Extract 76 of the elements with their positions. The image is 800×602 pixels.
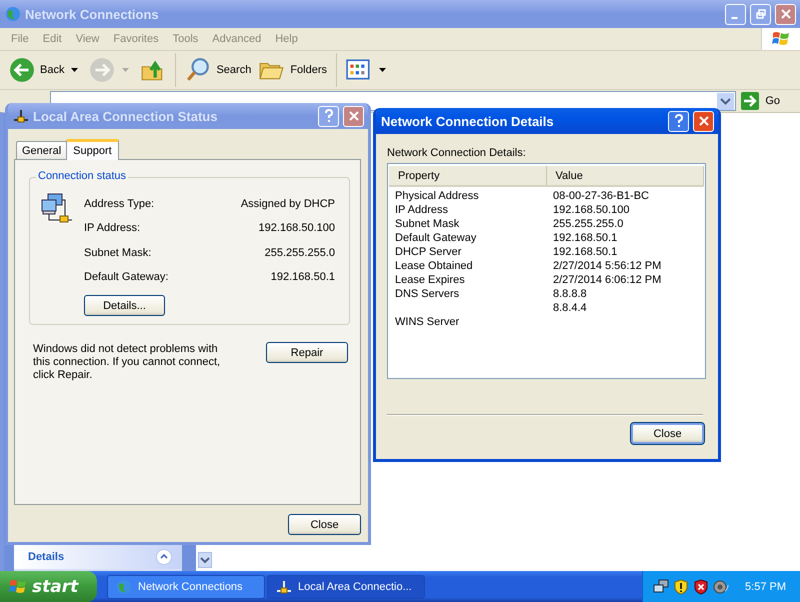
details-button[interactable]: Details... (84, 295, 165, 316)
task-pane-header[interactable]: Details (14, 545, 182, 569)
search-button[interactable]: Search (182, 55, 254, 85)
taskbar-button[interactable]: Local Area Connectio... (267, 574, 425, 598)
property-cell: Default Gateway (395, 232, 476, 244)
field-label: Address Type: (84, 198, 154, 210)
back-button[interactable]: Back (6, 55, 68, 85)
taskbar-button[interactable]: Network Connections (107, 574, 265, 598)
value-cell: 8.8.4.4 (553, 302, 587, 314)
field-label: Default Gateway: (84, 271, 168, 284)
speaker-icon[interactable] (713, 578, 730, 594)
task-pane-title: Details (28, 551, 66, 563)
minimize-icon (730, 16, 738, 18)
warning-shield-icon[interactable] (673, 578, 690, 594)
restore-icon (756, 9, 766, 19)
go-button[interactable]: Go (739, 91, 800, 111)
tab[interactable]: General (16, 141, 68, 159)
value-cell: 255.255.255.0 (553, 218, 624, 230)
field-value: 192.168.50.1 (270, 271, 335, 284)
tab[interactable]: Support (66, 139, 119, 160)
go-arrow-icon (741, 92, 760, 110)
value-cell: 2/27/2014 6:06:12 PM (553, 274, 662, 286)
clock: 5:57 PM (745, 580, 786, 592)
dialog-title: Network Connection Details (381, 114, 554, 128)
property-cell: Lease Obtained (395, 260, 473, 272)
property-cell: Subnet Mask (395, 218, 460, 230)
globe-icon (5, 6, 21, 22)
close-icon (780, 9, 790, 19)
network-icon (13, 108, 29, 124)
field-value: Assigned by DHCP (240, 198, 335, 210)
network-computers-icon[interactable] (653, 578, 670, 594)
list-caption: Network Connection Details: (387, 146, 527, 160)
dropdown-button-icon[interactable] (717, 92, 734, 110)
close-button[interactable] (693, 110, 714, 132)
repair-button[interactable]: Repair (266, 342, 348, 363)
field-label: IP Address: (84, 222, 140, 234)
close-button[interactable]: Close (631, 423, 704, 444)
property-cell: WINS Server (395, 316, 460, 328)
value-cell: 2/27/2014 5:56:12 PM (553, 260, 662, 272)
group-title: Connection status (36, 170, 128, 182)
search-icon (185, 57, 212, 83)
question-mark-icon (324, 109, 334, 123)
status-message: Windows did not detect problems with this connection. If you cannot connect, click Repair. (33, 343, 222, 382)
close-button[interactable] (775, 4, 796, 24)
globe-icon (116, 578, 132, 594)
column-header[interactable]: Value (546, 166, 704, 185)
close-button[interactable] (343, 106, 364, 126)
property-cell: DHCP Server (395, 246, 462, 258)
property-cell: Physical Address (395, 190, 479, 202)
collapse-icon[interactable] (156, 549, 172, 565)
question-mark-icon (674, 114, 684, 128)
close-icon (698, 116, 708, 126)
close-icon (348, 111, 358, 121)
value-cell: 192.168.50.100 (553, 204, 630, 216)
value-cell: 8.8.8.8 (553, 288, 587, 300)
field-value: 192.168.50.100 (258, 222, 335, 234)
property-cell: Lease Expires (395, 274, 465, 286)
help-button[interactable] (668, 110, 689, 132)
column-header[interactable]: Property (389, 166, 546, 185)
field-label: Subnet Mask: (84, 246, 152, 259)
dialog-title: Local Area Connection Status (33, 108, 218, 124)
folders-button[interactable]: Folders (256, 55, 330, 85)
dropdown-arrow-icon[interactable] (379, 68, 386, 72)
property-cell: IP Address (395, 204, 448, 216)
dropdown-arrow-icon[interactable] (71, 68, 78, 72)
value-cell: 192.168.50.1 (553, 232, 618, 244)
field-value: 255.255.255.0 (264, 246, 335, 259)
network-icon (276, 578, 292, 594)
value-cell: 08-00-27-36-B1-BC (553, 190, 649, 202)
close-button[interactable]: Close (288, 514, 361, 535)
scroll-down-icon[interactable] (198, 552, 212, 568)
window-title: Network Connections (25, 6, 159, 22)
property-cell: DNS Servers (395, 288, 460, 300)
value-cell: 192.168.50.1 (553, 246, 618, 258)
start-button[interactable]: start (0, 571, 97, 602)
error-shield-icon[interactable] (693, 578, 710, 594)
